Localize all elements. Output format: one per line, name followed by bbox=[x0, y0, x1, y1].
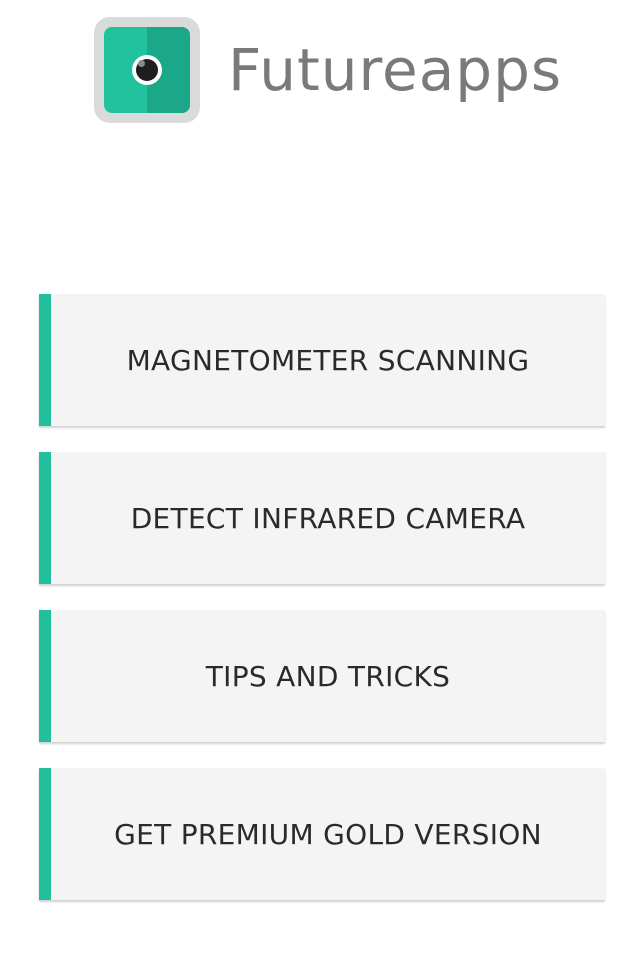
main-menu: MAGNETOMETER SCANNING DETECT INFRARED CA… bbox=[39, 294, 605, 926]
detect-infrared-camera-button[interactable]: DETECT INFRARED CAMERA bbox=[39, 452, 605, 584]
menu-item-label: DETECT INFRARED CAMERA bbox=[130, 501, 526, 535]
menu-item-accent-bar bbox=[39, 294, 51, 426]
menu-item-label: GET PREMIUM GOLD VERSION bbox=[114, 817, 542, 851]
menu-item-accent-bar bbox=[39, 768, 51, 900]
magnetometer-scanning-button[interactable]: MAGNETOMETER SCANNING bbox=[39, 294, 605, 426]
get-premium-gold-version-button[interactable]: GET PREMIUM GOLD VERSION bbox=[39, 768, 605, 900]
menu-item-label: MAGNETOMETER SCANNING bbox=[126, 343, 530, 377]
menu-item-accent-bar bbox=[39, 610, 51, 742]
camera-lens-icon bbox=[104, 27, 190, 113]
tips-and-tricks-button[interactable]: TIPS AND TRICKS bbox=[39, 610, 605, 742]
brand-name: Futureapps bbox=[228, 36, 563, 104]
menu-item-label: TIPS AND TRICKS bbox=[205, 659, 451, 693]
menu-item-accent-bar bbox=[39, 452, 51, 584]
app-logo bbox=[94, 17, 200, 123]
app-header: Futureapps bbox=[94, 16, 562, 124]
